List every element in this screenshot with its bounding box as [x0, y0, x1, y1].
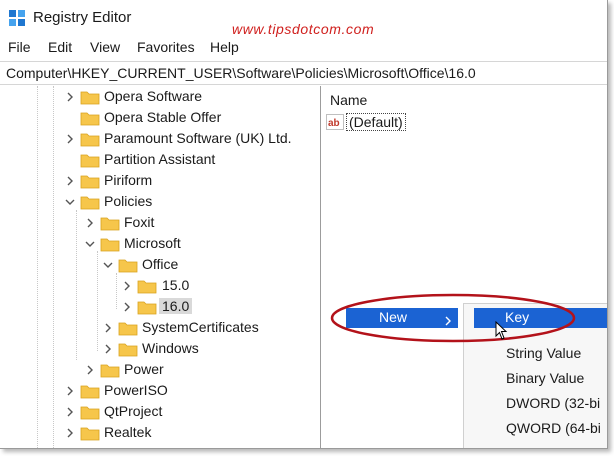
registry-editor-app-icon — [9, 10, 25, 26]
column-header-name[interactable]: Name — [330, 92, 367, 108]
tree-node-label: Policies — [104, 193, 153, 209]
chevron-right-icon[interactable] — [84, 360, 96, 380]
folder-icon — [100, 364, 120, 378]
submenu-item-binary-value[interactable]: Binary Value — [506, 370, 584, 386]
tree-node-label: Partition Assistant — [104, 151, 216, 167]
registry-editor-window: Registry Editor www.tipsdotcom.com File … — [0, 0, 608, 449]
tree-guide-line — [53, 86, 54, 448]
folder-open-icon — [100, 238, 120, 252]
window-title: Registry Editor — [33, 9, 132, 26]
chevron-right-icon[interactable] — [64, 423, 76, 443]
chevron-right-icon[interactable] — [84, 213, 96, 233]
folder-open-icon — [80, 196, 100, 210]
submenu-item-qword[interactable]: QWORD (64-bi — [506, 420, 601, 436]
chevron-right-icon[interactable] — [64, 381, 76, 401]
tree-node-label: Realtek — [104, 424, 152, 440]
tree-node-label: Power — [124, 361, 164, 377]
mouse-cursor-icon — [495, 321, 508, 340]
folder-icon — [137, 280, 157, 294]
chevron-right-icon[interactable] — [64, 171, 76, 191]
tree-node-label: SystemCertificates — [142, 319, 259, 335]
address-path[interactable]: Computer\HKEY_CURRENT_USER\Software\Poli… — [6, 65, 476, 81]
chevron-right-icon[interactable] — [121, 297, 133, 317]
folder-icon — [137, 301, 157, 315]
context-menu-new-label: New — [379, 309, 408, 325]
tree-node-label: PowerISO — [104, 382, 168, 398]
menu-view[interactable]: View — [90, 39, 120, 55]
string-value-icon: ab — [326, 114, 344, 130]
tree-node-label-selected: 16.0 — [159, 298, 193, 314]
tree-node-label: Paramount Software (UK) Ltd. — [104, 130, 292, 146]
tree-node-label: Piriform — [104, 172, 153, 188]
address-bar[interactable]: Computer\HKEY_CURRENT_USER\Software\Poli… — [0, 61, 607, 85]
submenu-arrow-icon — [444, 313, 452, 329]
svg-text:ab: ab — [328, 118, 340, 129]
submenu-item-dword[interactable]: DWORD (32-bi — [506, 395, 600, 411]
folder-icon — [80, 91, 100, 105]
chevron-down-icon[interactable] — [64, 192, 76, 212]
value-name: (Default) — [346, 113, 406, 131]
chevron-down-icon[interactable] — [102, 255, 114, 275]
title-bar: Registry Editor www.tipsdotcom.com — [0, 0, 607, 37]
tree-guide-line — [97, 251, 98, 351]
registry-tree-pane[interactable]: Opera Software Opera Stable Offer Paramo… — [0, 86, 320, 448]
folder-icon — [118, 322, 138, 336]
folder-icon — [100, 217, 120, 231]
tree-guide-line — [37, 86, 38, 448]
tree-node-label: Microsoft — [124, 235, 181, 251]
tree-node-label: Opera Stable Offer — [104, 109, 222, 125]
folder-icon — [80, 133, 100, 147]
chevron-right-icon[interactable] — [64, 402, 76, 422]
folder-open-icon — [118, 259, 138, 273]
menu-bar: File Edit View Favorites Help — [0, 37, 607, 59]
menu-file[interactable]: File — [8, 39, 31, 55]
folder-icon — [80, 175, 100, 189]
submenu-item-string-value[interactable]: String Value — [506, 345, 581, 361]
folder-icon — [80, 385, 100, 399]
tree-guide-line — [76, 210, 77, 360]
tree-guide-line — [116, 273, 117, 309]
chevron-right-icon[interactable] — [102, 318, 114, 338]
chevron-right-icon[interactable] — [64, 129, 76, 149]
tree-node-label: Opera Software — [104, 88, 203, 104]
folder-icon — [80, 427, 100, 441]
tree-node-label: 15.0 — [162, 277, 190, 293]
tree-node-label: QtProject — [104, 403, 163, 419]
folder-icon — [80, 154, 100, 168]
folder-icon — [80, 406, 100, 420]
watermark-text: www.tipsdotcom.com — [232, 21, 375, 37]
context-menu-new[interactable]: New — [346, 308, 458, 328]
chevron-right-icon[interactable] — [64, 87, 76, 107]
chevron-right-icon[interactable] — [121, 276, 133, 296]
folder-icon — [80, 112, 100, 126]
folder-icon — [118, 343, 138, 357]
menu-favorites[interactable]: Favorites — [137, 39, 195, 55]
tree-node-label: Windows — [142, 340, 199, 356]
menu-edit[interactable]: Edit — [48, 39, 72, 55]
tree-node-label: Foxit — [124, 214, 155, 230]
chevron-down-icon[interactable] — [84, 234, 96, 254]
tree-node-label: Office — [142, 256, 179, 272]
menu-help[interactable]: Help — [210, 39, 239, 55]
chevron-right-icon[interactable] — [102, 339, 114, 359]
